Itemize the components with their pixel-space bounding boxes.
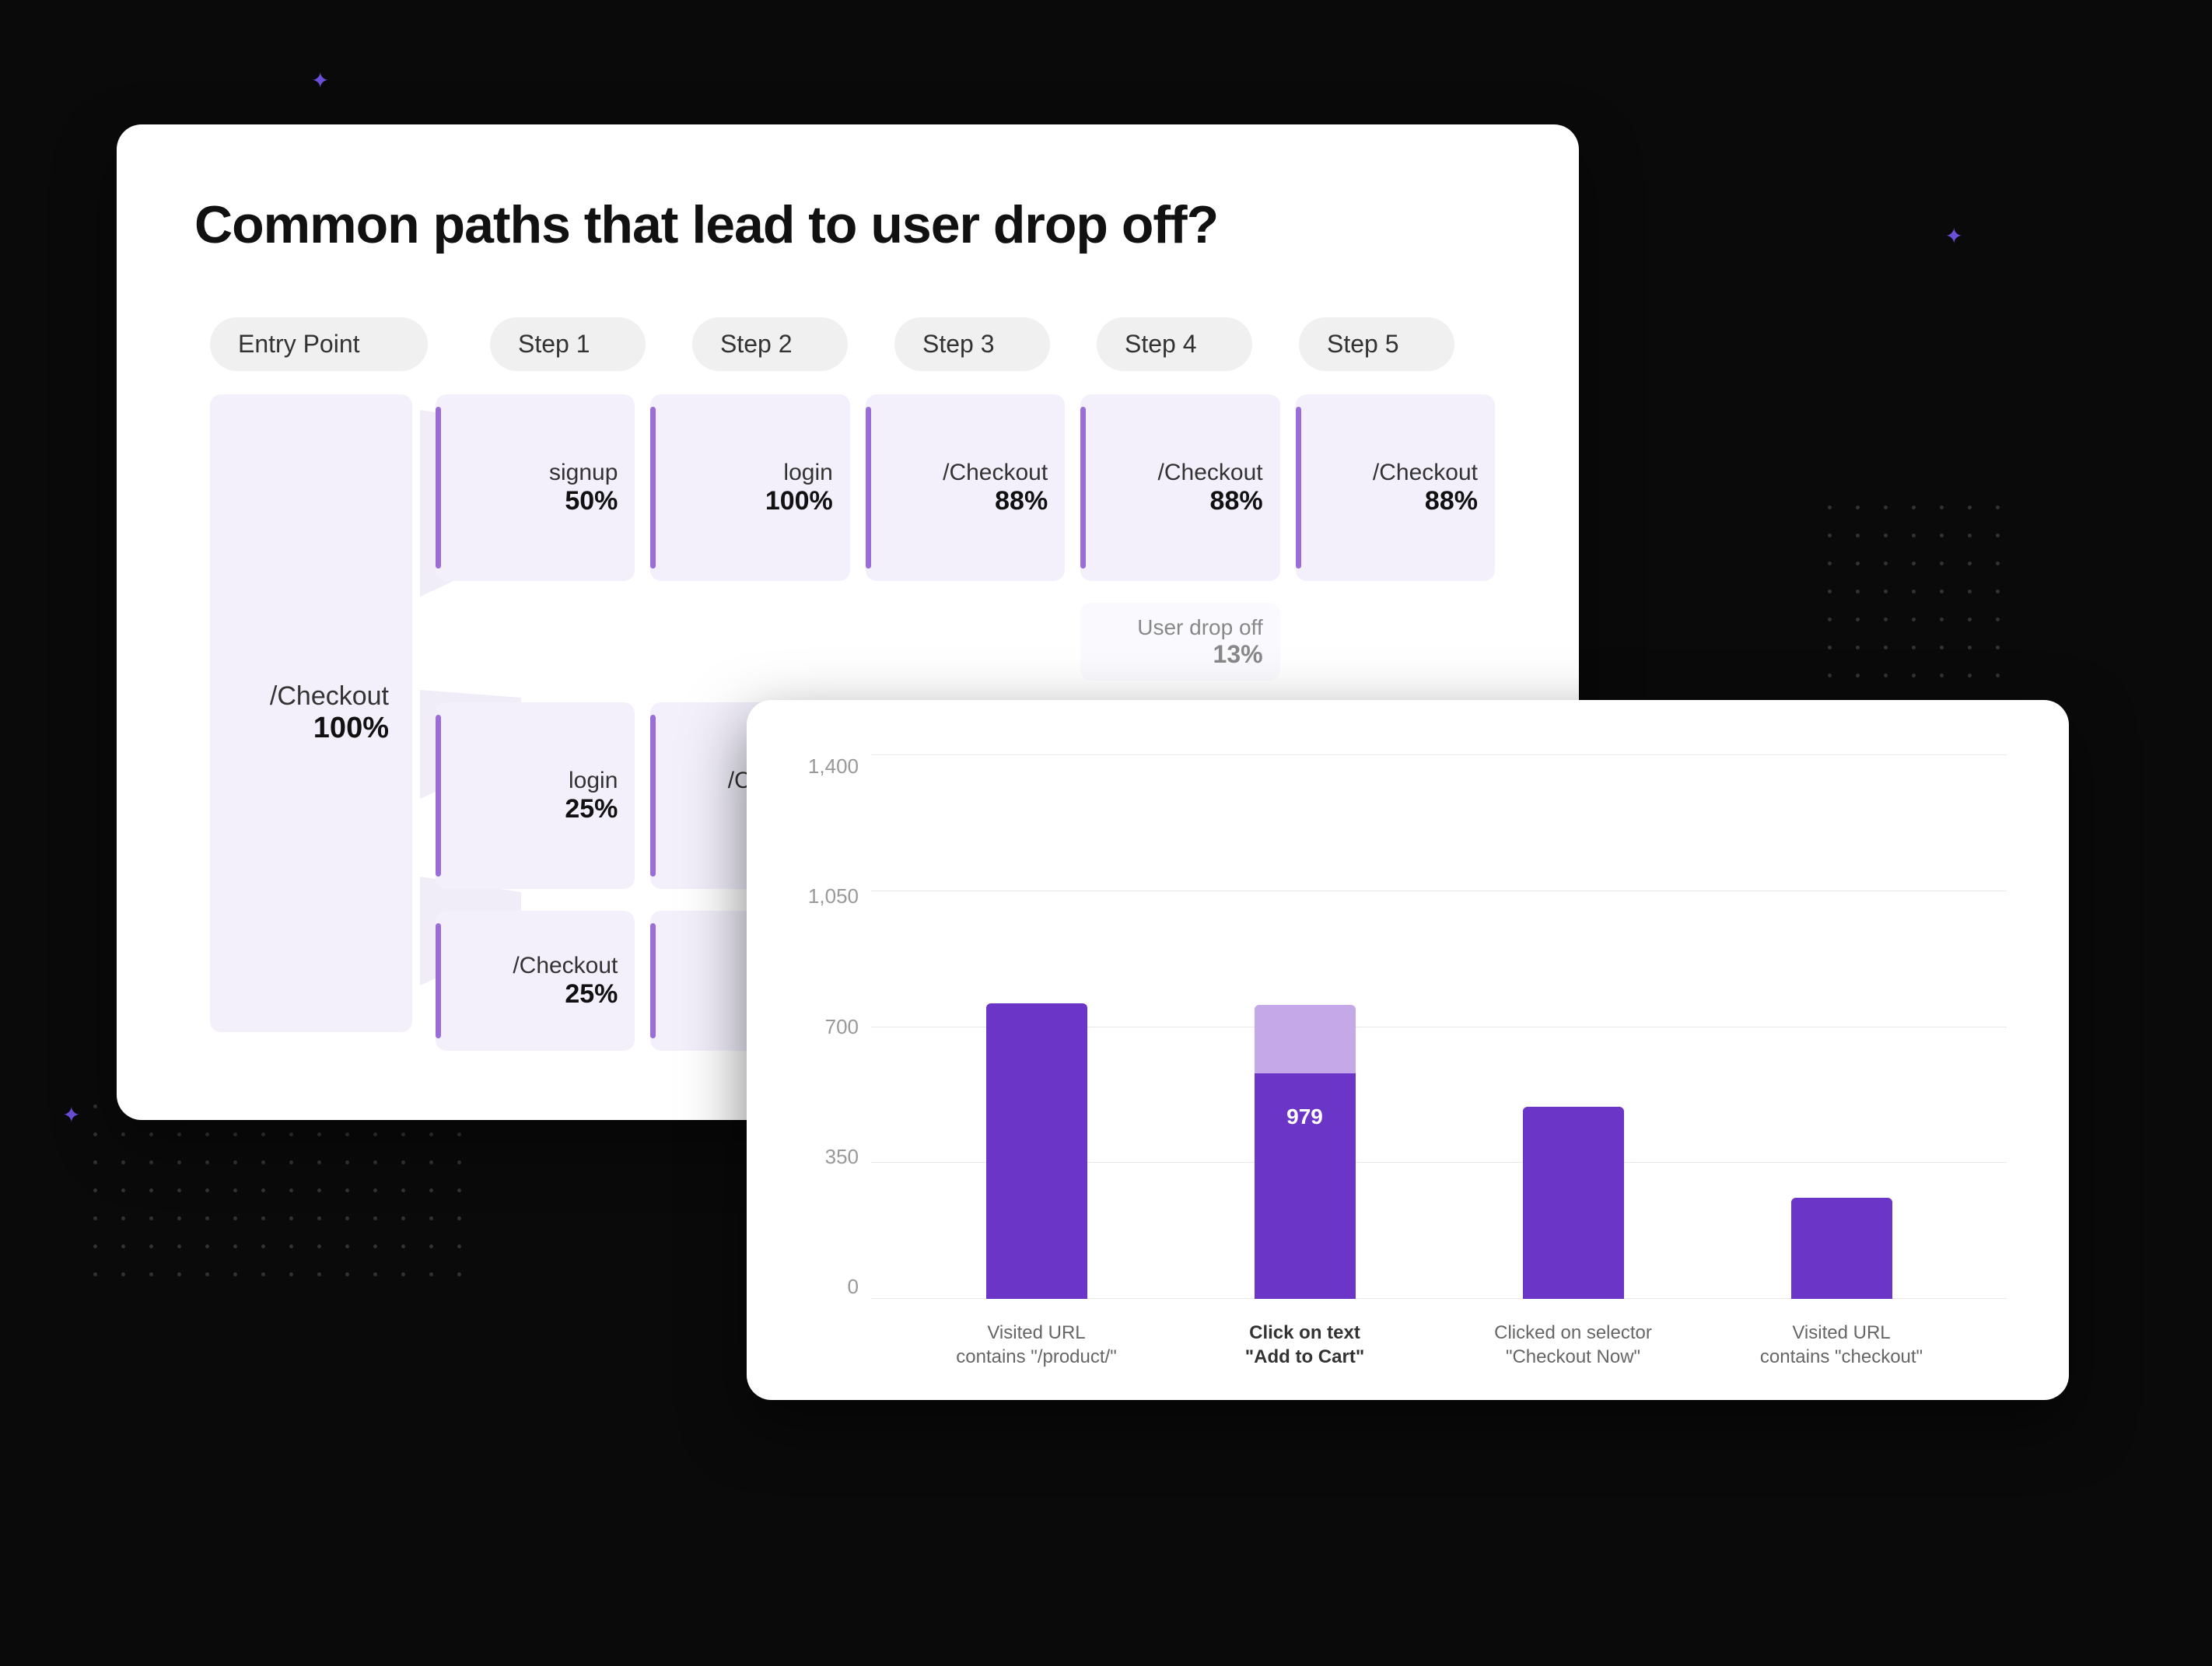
bar-step2-r1 (650, 407, 656, 569)
bar-wrapper-3: 833 (1523, 1107, 1624, 1299)
col-header-entry: Entry Point (210, 317, 428, 371)
bar-1-dark: 1,277 (986, 1003, 1087, 1299)
empty-dropoff-space (436, 603, 1071, 681)
y-label-1400: 1,400 (808, 754, 859, 779)
bar-wrapper-4: 437 (1791, 1198, 1892, 1299)
bar-2-label-wrap: Click on text"Add to Cart" (1220, 1321, 1391, 1369)
step2-row1: login 100% (650, 394, 849, 581)
bar-step4-r1 (1080, 407, 1086, 569)
step1-row3: /Checkout 25% (436, 911, 635, 1051)
bar-3-label: Clicked on selector "Checkout Now" (1488, 1321, 1659, 1369)
col-header-step5: Step 5 (1299, 317, 1454, 371)
col-header-step2: Step 2 (692, 317, 848, 371)
bar-1-label-wrap: Visited URL contains "/product/" (951, 1321, 1122, 1369)
bar-2-label: Click on text"Add to Cart" (1220, 1321, 1391, 1369)
bar-group-4: 437 Visited URL contains "checkout" (1791, 1198, 1892, 1299)
bar-group-1: 1,277 Visited URL contains "/product/" (986, 1003, 1087, 1299)
step4-dropoff: User drop off 13% (1080, 603, 1279, 681)
bar-4-value: 437 (1823, 1165, 1860, 1190)
bar-group-3: 833 Clicked on selector "Checkout Now" (1523, 1107, 1624, 1299)
entry-name: /Checkout (270, 681, 389, 712)
y-label-0: 0 (848, 1275, 859, 1299)
bar-group-2: 298 979 Click on text"Add to Cart" (1255, 1005, 1356, 1299)
entry-block: /Checkout 100% (210, 394, 412, 1032)
bar-step2-r3 (650, 923, 656, 1038)
funnel-header: Entry Point Step 1 Step 2 Step 3 Step 4 … (194, 317, 1501, 371)
star-icon-2: ✦ (1945, 226, 1963, 247)
dot-grid-left: for(let i=0;i<98;i++) document.currentSc… (93, 1104, 471, 1286)
col-header-step3: Step 3 (894, 317, 1050, 371)
step1-row1: signup 50% (436, 394, 635, 581)
bar-3-label-wrap: Clicked on selector "Checkout Now" (1488, 1321, 1659, 1369)
bar-wrapper-1: 1,277 (986, 1003, 1087, 1299)
col-header-step1: Step 1 (490, 317, 646, 371)
star-icon-1: ✦ (311, 70, 329, 92)
bar-3-value: 833 (1555, 1074, 1591, 1099)
y-label-350: 350 (825, 1145, 859, 1169)
dot-grid-right: for(let i=0;i<49;i++) document.currentSc… (1828, 506, 2010, 688)
y-axis: 1,400 1,050 700 350 0 (809, 754, 871, 1299)
bar-step2-r2 (650, 715, 656, 877)
step1-row2: login 25% (436, 702, 635, 889)
bar-step1-r3 (436, 923, 441, 1038)
y-label-700: 700 (825, 1015, 859, 1039)
bar-wrapper-2: 298 979 (1255, 1005, 1356, 1299)
bar-step5-r1 (1296, 407, 1301, 569)
bar-2-dark: 979 (1255, 1073, 1356, 1299)
bar-3-dark: 833 (1523, 1107, 1624, 1299)
col-header-step4: Step 4 (1097, 317, 1252, 371)
bar-2-value: 979 (1286, 1104, 1323, 1129)
bar-4-label: Visited URL contains "checkout" (1756, 1321, 1927, 1369)
step3-row1: /Checkout 88% (866, 394, 1065, 581)
entry-column: /Checkout 100% (210, 394, 412, 1063)
card-title: Common paths that lead to user drop off? (194, 194, 1501, 255)
bar-2-light: 298 (1255, 1005, 1356, 1073)
bar-1-label: Visited URL contains "/product/" (951, 1321, 1122, 1369)
step5-row1: /Checkout 88% (1296, 394, 1495, 581)
y-label-1050: 1,050 (808, 884, 859, 908)
star-icon-4: ✦ (62, 1104, 80, 1126)
bars-container: 1,277 Visited URL contains "/product/" 2… (871, 754, 2007, 1299)
bar-2-light-value: 298 (1286, 972, 1323, 997)
bar-1-value: 1,277 (1009, 971, 1063, 996)
chart-card: 1,400 1,050 700 350 0 1,277 (747, 700, 2069, 1400)
bar-step1-r1 (436, 407, 441, 569)
step4-row1: /Checkout 88% (1080, 394, 1279, 581)
entry-pct: 100% (313, 712, 389, 745)
chart-area: 1,400 1,050 700 350 0 1,277 (809, 754, 2007, 1346)
bar-step3-r1 (866, 407, 871, 569)
empty-5 (1296, 603, 1501, 681)
bar-4-dark: 437 (1791, 1198, 1892, 1299)
bar-4-label-wrap: Visited URL contains "checkout" (1756, 1321, 1927, 1369)
bar-step1-r2 (436, 715, 441, 877)
